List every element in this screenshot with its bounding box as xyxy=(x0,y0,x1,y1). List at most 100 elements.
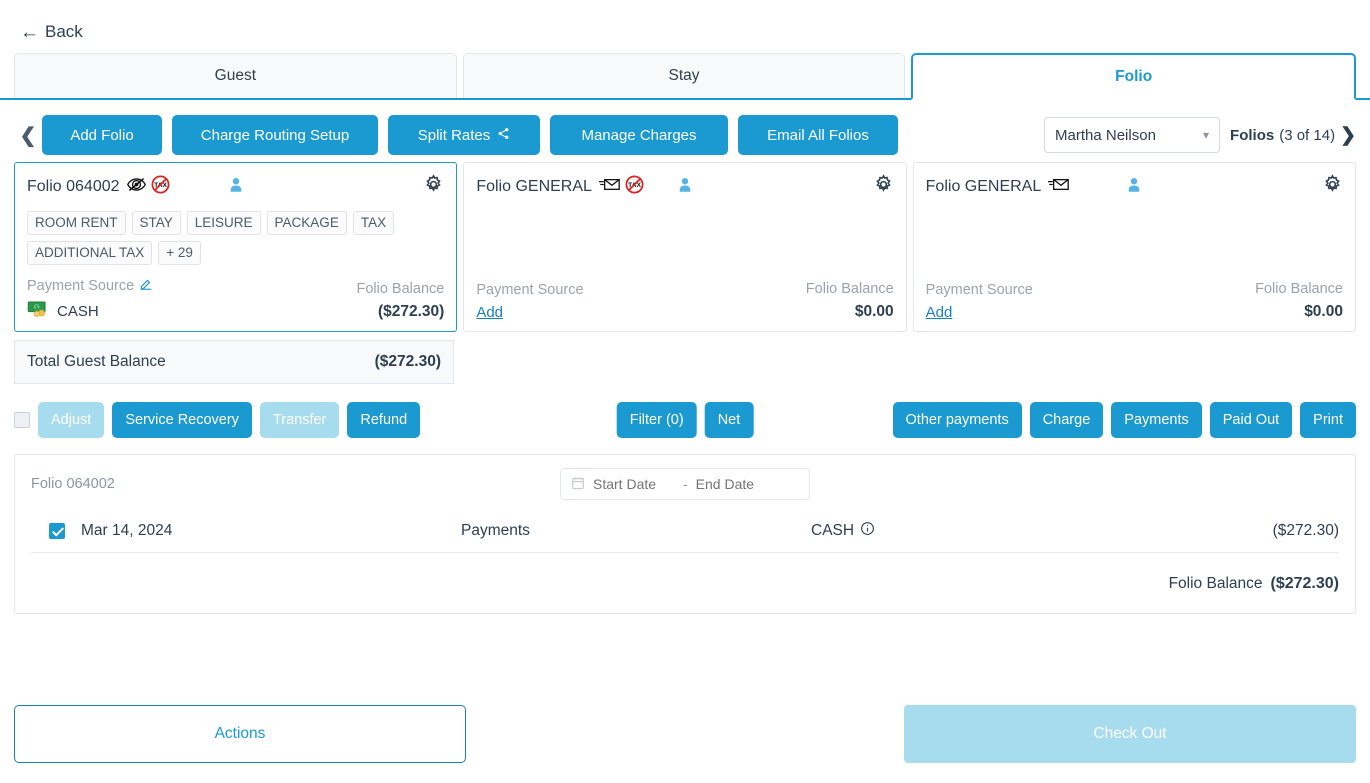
folio-chip[interactable]: LEISURE xyxy=(187,211,261,235)
total-guest-balance-value: ($272.30) xyxy=(375,353,441,371)
email-icon[interactable] xyxy=(599,177,620,197)
refund-label: Refund xyxy=(360,412,407,428)
folio-chip[interactable]: ROOM RENT xyxy=(27,211,126,235)
eye-slash-icon[interactable] xyxy=(127,177,146,197)
folio-card-footer: Payment Source Add Folio Balance $0.00 xyxy=(476,281,893,321)
info-icon[interactable] xyxy=(860,521,875,541)
transactions-header: Folio 064002 - xyxy=(31,467,1339,501)
folio-chip[interactable]: TAX xyxy=(353,211,394,235)
folio-toolbar: ❮ Add Folio Charge Routing Setup Split R… xyxy=(0,100,1370,156)
total-guest-balance-label: Total Guest Balance xyxy=(27,353,166,371)
email-all-folios-button[interactable]: Email All Folios xyxy=(738,115,898,155)
charge-button[interactable]: Charge xyxy=(1030,402,1104,438)
chevron-left-icon[interactable]: ❮ xyxy=(14,123,42,148)
edit-icon[interactable] xyxy=(139,277,153,295)
table-row[interactable]: Mar 14, 2024 Payments CASH ($272.30) xyxy=(31,509,1339,553)
folio-card[interactable]: Folio GENERAL TAX xyxy=(463,162,906,332)
row-source-cell: CASH xyxy=(811,521,1141,541)
transfer-button[interactable]: Transfer xyxy=(260,402,339,438)
chevron-right-icon[interactable]: ❯ xyxy=(1340,124,1356,147)
charge-label: Charge xyxy=(1043,412,1091,428)
folio-balance-block: Folio Balance $0.00 xyxy=(1255,281,1343,321)
gear-icon[interactable] xyxy=(873,174,894,200)
payment-source-value-row: Add xyxy=(926,304,1033,321)
gear-icon[interactable] xyxy=(1322,174,1343,200)
back-link[interactable]: ← Back xyxy=(20,22,83,42)
filter-label: Filter (0) xyxy=(630,412,684,428)
tab-guest[interactable]: Guest xyxy=(14,53,457,98)
gear-icon[interactable] xyxy=(423,174,444,200)
charge-routing-setup-button[interactable]: Charge Routing Setup xyxy=(172,115,378,155)
start-date-input[interactable] xyxy=(593,476,675,492)
service-recovery-button[interactable]: Service Recovery xyxy=(112,402,252,438)
middle-action-group: Filter (0) Net xyxy=(617,402,754,438)
transactions-folio-id: Folio 064002 xyxy=(31,476,115,492)
folio-card[interactable]: Folio 064002 TAX xyxy=(14,162,457,332)
refund-button[interactable]: Refund xyxy=(347,402,420,438)
tab-guest-label: Guest xyxy=(215,67,256,85)
check-out-button[interactable]: Check Out xyxy=(904,705,1356,763)
folios-pager: Folios (3 of 14) ❯ xyxy=(1230,124,1356,147)
transactions-panel: Folio 064002 - Mar 14, 2024 Payments xyxy=(14,454,1356,614)
select-all-checkbox[interactable] xyxy=(14,412,30,428)
main-tabs: Guest Stay Folio xyxy=(0,52,1370,100)
paid-out-button[interactable]: Paid Out xyxy=(1210,402,1292,438)
payment-source-label: Payment Source xyxy=(926,282,1033,298)
no-tax-icon[interactable]: TAX xyxy=(151,175,170,199)
split-rates-button[interactable]: Split Rates xyxy=(388,115,540,155)
folio-cards: Folio 064002 TAX xyxy=(0,156,1370,332)
manage-charges-button[interactable]: Manage Charges xyxy=(550,115,728,155)
add-folio-button[interactable]: Add Folio xyxy=(42,115,162,155)
filter-button[interactable]: Filter (0) xyxy=(617,402,697,438)
folio-chip-more[interactable]: + 29 xyxy=(158,241,201,265)
guest-select[interactable]: Martha Neilson ▾ xyxy=(1044,117,1220,153)
adjust-button[interactable]: Adjust xyxy=(38,402,104,438)
footer-bar: Actions Check Out xyxy=(0,695,1370,783)
folios-count: (3 of 14) xyxy=(1279,127,1335,144)
payments-button[interactable]: Payments xyxy=(1111,402,1201,438)
folio-chip[interactable]: STAY xyxy=(132,211,181,235)
actions-button[interactable]: Actions xyxy=(14,705,466,763)
other-payments-label: Other payments xyxy=(906,412,1009,428)
folio-card-title: Folio GENERAL xyxy=(926,178,1042,196)
date-range-filter[interactable]: - xyxy=(560,468,810,500)
row-source: CASH xyxy=(811,522,854,540)
folio-chip[interactable]: PACKAGE xyxy=(267,211,347,235)
row-checkbox[interactable] xyxy=(49,523,65,539)
adjust-label: Adjust xyxy=(51,412,91,428)
folio-chip[interactable]: ADDITIONAL TAX xyxy=(27,241,152,265)
transactions-table: Mar 14, 2024 Payments CASH ($272.30) Fol… xyxy=(31,509,1339,599)
end-date-input[interactable] xyxy=(696,476,786,492)
person-icon[interactable] xyxy=(227,175,245,200)
payment-source-label: Payment Source xyxy=(27,278,134,294)
folio-card-header-icons: TAX xyxy=(599,175,644,199)
transactions-total-value: ($272.30) xyxy=(1271,575,1340,593)
folios-label: Folios xyxy=(1230,127,1274,144)
print-label: Print xyxy=(1313,412,1343,428)
no-tax-icon[interactable]: TAX xyxy=(625,175,644,199)
split-rates-label: Split Rates xyxy=(418,127,491,144)
folio-card-title: Folio 064002 xyxy=(27,178,120,196)
payment-source-add-link[interactable]: Add xyxy=(476,304,503,321)
service-recovery-label: Service Recovery xyxy=(125,412,239,428)
actions-label: Actions xyxy=(215,725,266,742)
folio-balance-label: Folio Balance xyxy=(1255,281,1343,297)
paid-out-label: Paid Out xyxy=(1223,412,1279,428)
folio-card-footer: Payment Source Add Folio Balance $0.00 xyxy=(926,281,1343,321)
folio-card-footer: Payment Source $ xyxy=(27,277,444,321)
folio-balance-label: Folio Balance xyxy=(806,281,894,297)
payment-source-value-row: $ CASH xyxy=(27,301,153,321)
print-button[interactable]: Print xyxy=(1300,402,1356,438)
tab-folio[interactable]: Folio xyxy=(911,53,1356,100)
payments-label: Payments xyxy=(1124,412,1188,428)
net-button[interactable]: Net xyxy=(705,402,754,438)
tab-stay[interactable]: Stay xyxy=(463,53,906,98)
other-payments-button[interactable]: Other payments xyxy=(893,402,1022,438)
folio-card[interactable]: Folio GENERAL xyxy=(913,162,1356,332)
email-icon[interactable] xyxy=(1048,177,1069,197)
add-folio-label: Add Folio xyxy=(70,127,133,144)
person-icon[interactable] xyxy=(676,175,694,200)
check-out-label: Check Out xyxy=(1093,725,1166,742)
person-icon[interactable] xyxy=(1125,175,1143,200)
payment-source-add-link[interactable]: Add xyxy=(926,304,953,321)
